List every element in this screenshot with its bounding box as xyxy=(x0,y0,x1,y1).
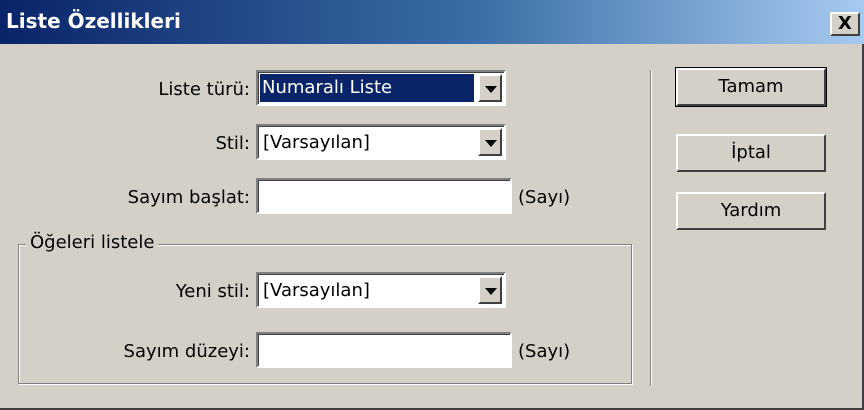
list-type-dropdown-button[interactable] xyxy=(478,74,502,102)
vertical-divider xyxy=(650,70,651,386)
close-button[interactable]: X xyxy=(830,12,860,36)
new-style-label: Yeni stil: xyxy=(175,281,250,302)
chevron-down-icon xyxy=(485,288,497,295)
list-type-label: Liste türü: xyxy=(158,79,250,100)
list-properties-dialog: Liste Özellikleri X Liste türü: Numaralı… xyxy=(0,0,864,410)
window-title: Liste Özellikleri xyxy=(6,9,181,33)
list-type-value: Numaralı Liste xyxy=(260,74,474,102)
new-style-value: [Varsayılan] xyxy=(263,280,370,301)
count-level-unit: (Sayı) xyxy=(518,341,571,362)
start-count-input[interactable] xyxy=(256,178,512,214)
list-items-group-label: Öğeleri listele xyxy=(26,232,159,253)
style-select[interactable]: [Varsayılan] xyxy=(256,124,506,160)
list-type-select[interactable]: Numaralı Liste xyxy=(256,70,506,106)
chevron-down-icon xyxy=(485,140,497,147)
close-icon: X xyxy=(838,13,852,34)
start-count-unit: (Sayı) xyxy=(518,187,571,208)
title-bar[interactable]: Liste Özellikleri X xyxy=(0,0,864,44)
style-label: Stil: xyxy=(215,133,250,154)
ok-button[interactable]: Tamam xyxy=(675,67,827,107)
cancel-button[interactable]: İptal xyxy=(676,134,826,172)
start-count-label: Sayım başlat: xyxy=(127,187,250,208)
count-level-label: Sayım düzeyi: xyxy=(123,341,250,362)
chevron-down-icon xyxy=(485,86,497,93)
count-level-input[interactable] xyxy=(256,332,512,368)
new-style-dropdown-button[interactable] xyxy=(478,276,502,304)
style-dropdown-button[interactable] xyxy=(478,128,502,156)
new-style-select[interactable]: [Varsayılan] xyxy=(256,272,506,308)
style-value: [Varsayılan] xyxy=(263,132,370,153)
help-button[interactable]: Yardım xyxy=(676,192,826,230)
